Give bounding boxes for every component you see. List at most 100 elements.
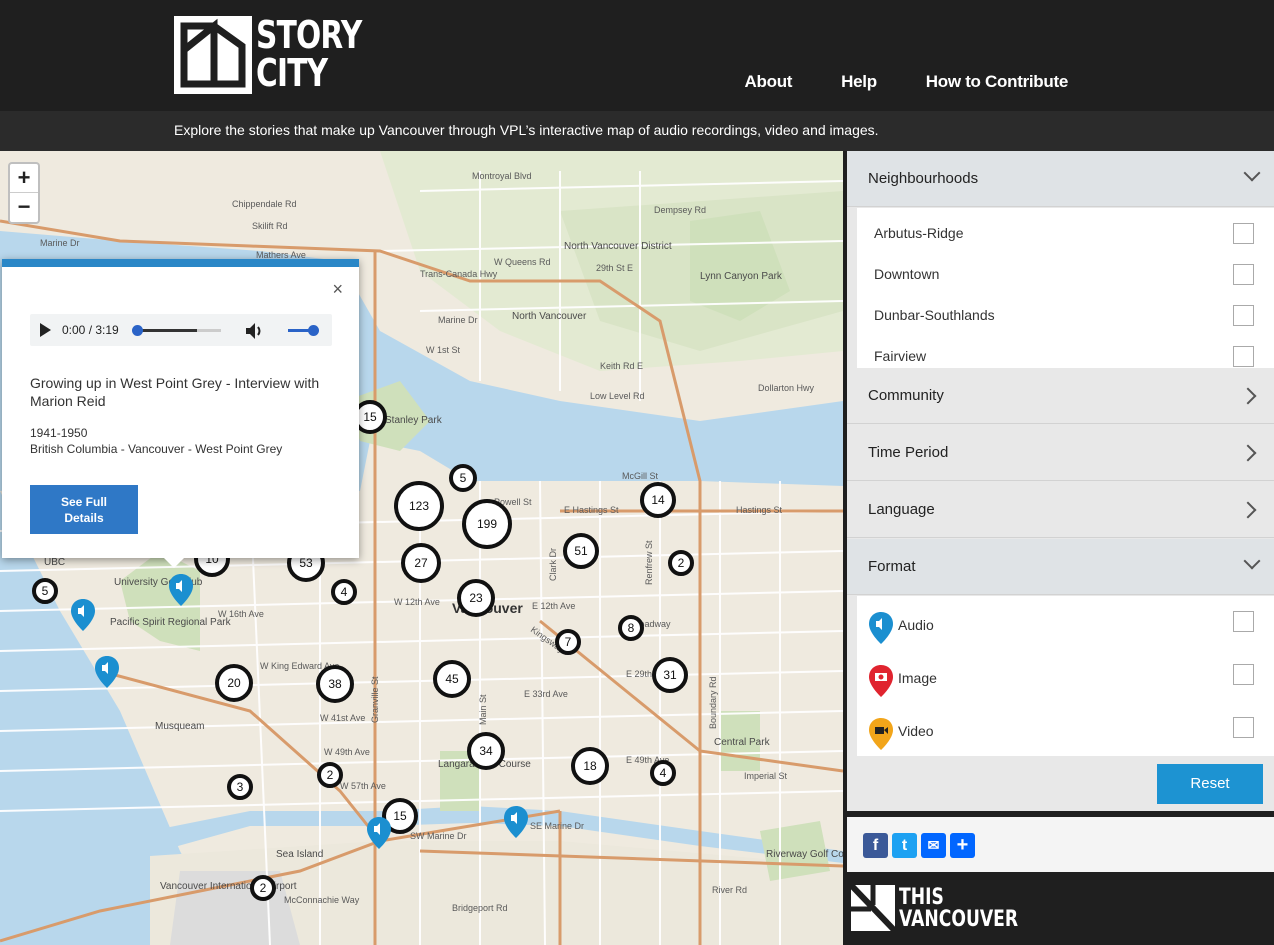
image-pin-icon xyxy=(869,665,893,697)
checkbox[interactable] xyxy=(1233,305,1254,326)
list-item[interactable]: Fairview xyxy=(857,331,1274,368)
story-cluster[interactable]: 38 xyxy=(316,665,354,703)
see-full-details-button[interactable]: See Full Details xyxy=(30,485,138,534)
checkbox[interactable] xyxy=(1233,717,1254,738)
story-cluster[interactable]: 4 xyxy=(650,760,676,786)
story-cluster[interactable]: 2 xyxy=(317,762,343,788)
share-icon[interactable]: + xyxy=(950,833,975,858)
place-label: Lynn Canyon Park xyxy=(700,271,783,282)
chevron-right-icon xyxy=(1239,501,1257,519)
list-item[interactable]: Audio xyxy=(857,596,1274,649)
audio-progress-track[interactable] xyxy=(137,329,221,332)
place-label: Musqueam xyxy=(155,721,204,732)
checkbox[interactable] xyxy=(1233,223,1254,244)
story-map[interactable]: North Vancouver District North Vancouver… xyxy=(0,151,843,945)
audio-progress-handle[interactable] xyxy=(132,325,143,336)
story-cluster[interactable]: 27 xyxy=(401,543,441,583)
story-cluster[interactable]: 4 xyxy=(331,579,357,605)
zoom-out-button[interactable]: − xyxy=(10,193,38,222)
place-label: Riverway Golf Course xyxy=(766,849,843,860)
story-cluster[interactable]: 45 xyxy=(433,660,471,698)
story-date: 1941-1950 xyxy=(30,426,88,440)
place-label: Central Park xyxy=(714,737,771,748)
list-item[interactable]: Image xyxy=(857,649,1274,702)
story-cluster[interactable]: 8 xyxy=(618,615,644,641)
section-neighbourhoods[interactable]: Neighbourhoods xyxy=(847,151,1274,207)
section-title: Language xyxy=(868,501,935,518)
twitter-icon[interactable]: t xyxy=(892,833,917,858)
street-label: Trans-Canada Hwy xyxy=(420,269,498,279)
nav-help[interactable]: Help xyxy=(841,72,877,92)
story-cluster[interactable]: 51 xyxy=(563,533,599,569)
facebook-icon[interactable]: f xyxy=(863,833,888,858)
street-label: W 57th Ave xyxy=(340,781,386,791)
zoom-in-button[interactable]: + xyxy=(10,164,38,193)
story-cluster[interactable]: 20 xyxy=(215,664,253,702)
section-title: Time Period xyxy=(868,444,949,461)
audio-marker-icon[interactable] xyxy=(504,806,528,838)
story-cluster[interactable]: 123 xyxy=(394,481,444,531)
story-cluster[interactable]: 199 xyxy=(462,499,512,549)
section-time-period[interactable]: Time Period xyxy=(847,425,1274,481)
checkbox[interactable] xyxy=(1233,346,1254,367)
play-icon[interactable] xyxy=(40,323,51,337)
story-cluster[interactable]: 2 xyxy=(668,550,694,576)
section-title: Community xyxy=(868,387,944,404)
nav-how-to-contribute[interactable]: How to Contribute xyxy=(926,72,1069,92)
audio-marker-icon[interactable] xyxy=(367,817,391,849)
list-item[interactable]: Downtown xyxy=(857,249,1274,290)
close-icon[interactable]: × xyxy=(332,279,343,300)
list-item[interactable]: Video xyxy=(857,702,1274,755)
story-cluster[interactable]: 5 xyxy=(449,464,477,492)
checkbox[interactable] xyxy=(1233,264,1254,285)
email-icon[interactable]: ✉ xyxy=(921,833,946,858)
chevron-right-icon xyxy=(1239,387,1257,405)
story-cluster[interactable]: 34 xyxy=(467,732,505,770)
street-label: Hastings St xyxy=(736,505,783,515)
logo-line-2: CITY xyxy=(256,51,328,95)
logo-text: STORY CITY xyxy=(256,13,362,95)
story-cluster[interactable]: 14 xyxy=(640,482,676,518)
story-cluster[interactable]: 3 xyxy=(227,774,253,800)
list-item[interactable]: Dunbar-Southlands xyxy=(857,290,1274,331)
street-label: McGill St xyxy=(622,471,658,481)
nav-about[interactable]: About xyxy=(745,72,793,92)
list-item[interactable]: Arbutus-Ridge xyxy=(857,208,1274,249)
section-language[interactable]: Language xyxy=(847,482,1274,538)
section-format[interactable]: Format xyxy=(847,539,1274,595)
story-cluster[interactable]: 31 xyxy=(652,657,688,693)
reset-button[interactable]: Reset xyxy=(1157,764,1263,804)
place-label: UBC xyxy=(44,557,65,568)
volume-handle[interactable] xyxy=(308,325,319,336)
audio-pin-icon xyxy=(869,612,893,644)
neighbourhood-list[interactable]: Arbutus-Ridge Downtown Dunbar-Southlands… xyxy=(857,208,1274,368)
story-cluster[interactable]: 5 xyxy=(32,578,58,604)
street-label: SE Marine Dr xyxy=(530,821,584,831)
logo-line-1: STORY xyxy=(256,13,362,57)
street-label: W 12th Ave xyxy=(394,597,440,607)
video-pin-icon xyxy=(869,718,893,750)
story-city-logo[interactable]: STORY CITY xyxy=(174,16,362,94)
button-label-line-1: See Full xyxy=(60,495,107,509)
street-label: W Queens Rd xyxy=(494,257,551,267)
story-cluster[interactable]: 7 xyxy=(555,629,581,655)
item-label: Video xyxy=(898,723,934,739)
volume-icon[interactable] xyxy=(244,322,264,340)
section-community[interactable]: Community xyxy=(847,368,1274,424)
audio-marker-icon[interactable] xyxy=(71,599,95,631)
checkbox[interactable] xyxy=(1233,664,1254,685)
audio-player: 0:00 / 3:19 xyxy=(30,314,332,346)
story-cluster[interactable]: 18 xyxy=(571,747,609,785)
place-label: North Vancouver xyxy=(512,311,587,322)
this-vancouver-logo[interactable]: THIS VANCOUVER xyxy=(848,882,1018,939)
street-label: W 41st Ave xyxy=(320,713,365,723)
story-cluster[interactable]: 23 xyxy=(457,579,495,617)
audio-marker-icon[interactable] xyxy=(95,656,119,688)
item-label: Downtown xyxy=(874,266,940,282)
audio-marker-icon[interactable] xyxy=(169,574,193,606)
item-label: Image xyxy=(898,670,937,686)
story-cluster[interactable]: 2 xyxy=(250,875,276,901)
audio-buffer-fill xyxy=(137,329,197,332)
item-label: Arbutus-Ridge xyxy=(874,225,964,241)
checkbox[interactable] xyxy=(1233,611,1254,632)
